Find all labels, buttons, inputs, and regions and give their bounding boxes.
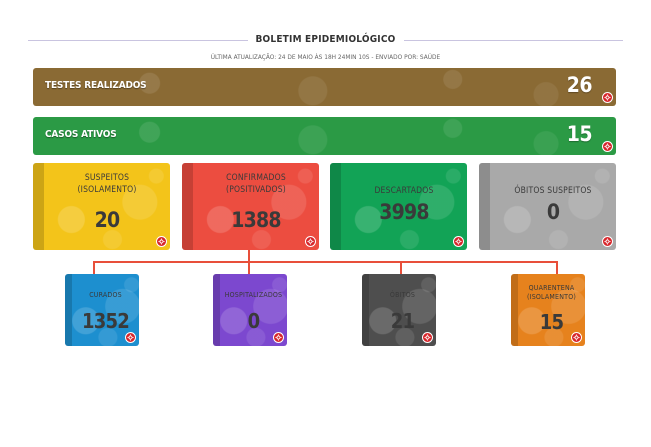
quarantine-card: QUARENTENA (ISOLAMENTO) 15 bbox=[511, 274, 585, 346]
suspected-value: 20 bbox=[94, 208, 121, 232]
active-cases-value: 15 bbox=[566, 122, 593, 146]
virus-badge-icon bbox=[273, 332, 284, 343]
recovered-value: 1352 bbox=[82, 309, 130, 333]
deaths-value: 21 bbox=[390, 309, 415, 333]
virus-badge-icon bbox=[125, 332, 136, 343]
recovered-card: CURADOS 1352 bbox=[65, 274, 139, 346]
card-spine bbox=[362, 274, 369, 346]
card-spine bbox=[182, 163, 193, 250]
recovered-title: CURADOS bbox=[89, 291, 122, 299]
suspected-title-line1: SUSPEITOS bbox=[84, 173, 130, 183]
suspected-title-line2: (ISOLAMENTO) bbox=[77, 185, 137, 195]
quarantine-title: QUARENTENA (ISOLAMENTO) bbox=[518, 284, 585, 302]
virus-badge-icon bbox=[571, 332, 582, 343]
card-spine bbox=[65, 274, 72, 346]
quarantine-title-line2: (ISOLAMENTO) bbox=[526, 293, 577, 301]
confirmed-title-line2: (POSITIVADOS) bbox=[226, 185, 286, 195]
card-spine bbox=[33, 163, 44, 250]
suspected-deaths-title: ÓBITOS SUSPEITOS bbox=[514, 186, 592, 196]
confirmed-value: 1388 bbox=[231, 208, 281, 232]
virus-badge-icon bbox=[602, 92, 613, 103]
confirmed-card: CONFIRMADOS (POSITIVADOS) 1388 bbox=[182, 163, 319, 250]
tests-performed-label: TESTES REALIZADOS bbox=[45, 80, 147, 91]
virus-badge-icon bbox=[422, 332, 433, 343]
card-spine bbox=[511, 274, 518, 346]
virus-badge-icon bbox=[305, 236, 316, 247]
quarantine-value: 15 bbox=[539, 310, 564, 334]
virus-badge-icon bbox=[453, 236, 464, 247]
connector-branch-quarantine bbox=[556, 261, 558, 274]
page-subtitle: ÚLTIMA ATUALIZAÇÃO: 24 DE MAIO ÀS 18H 24… bbox=[210, 53, 441, 61]
connector-branch-hospitalized bbox=[248, 261, 250, 274]
discarded-card: DESCARTADOS 3998 bbox=[330, 163, 467, 250]
confirmed-title-line1: CONFIRMADOS bbox=[226, 173, 286, 183]
page-title-text: BOLETIM EPIDEMIOLÓGICO bbox=[247, 34, 404, 45]
virus-badge-icon bbox=[602, 236, 613, 247]
hospitalized-card: HOSPITALIZADOS 0 bbox=[213, 274, 287, 346]
suspected-deaths-card: ÓBITOS SUSPEITOS 0 bbox=[479, 163, 616, 250]
suspected-deaths-value: 0 bbox=[546, 200, 560, 224]
confirmed-title: CONFIRMADOS (POSITIVADOS) bbox=[193, 172, 319, 196]
active-cases-bar: CASOS ATIVOS 15 bbox=[33, 117, 616, 155]
quarantine-title-line1: QUARENTENA bbox=[528, 284, 575, 292]
discarded-title: DESCARTADOS bbox=[374, 186, 434, 196]
tests-performed-value: 26 bbox=[566, 73, 593, 97]
hospitalized-title: HOSPITALIZADOS bbox=[224, 291, 283, 299]
deaths-card: ÓBITOS 21 bbox=[362, 274, 436, 346]
card-spine bbox=[213, 274, 220, 346]
hospitalized-value: 0 bbox=[247, 309, 261, 333]
virus-badge-icon bbox=[602, 141, 613, 152]
connector-branch-deaths bbox=[400, 261, 402, 274]
page-title: BOLETIM EPIDEMIOLÓGICO bbox=[0, 34, 651, 45]
active-cases-label: CASOS ATIVOS bbox=[45, 129, 117, 140]
suspected-title: SUSPEITOS (ISOLAMENTO) bbox=[44, 172, 170, 196]
deaths-title: ÓBITOS bbox=[389, 291, 416, 299]
virus-badge-icon bbox=[156, 236, 167, 247]
card-spine bbox=[479, 163, 490, 250]
suspected-card: SUSPEITOS (ISOLAMENTO) 20 bbox=[33, 163, 170, 250]
tests-performed-bar: TESTES REALIZADOS 26 bbox=[33, 68, 616, 106]
connector-horizontal bbox=[93, 261, 558, 263]
discarded-value: 3998 bbox=[379, 200, 429, 224]
card-spine bbox=[330, 163, 341, 250]
connector-branch-recovered bbox=[93, 261, 95, 274]
